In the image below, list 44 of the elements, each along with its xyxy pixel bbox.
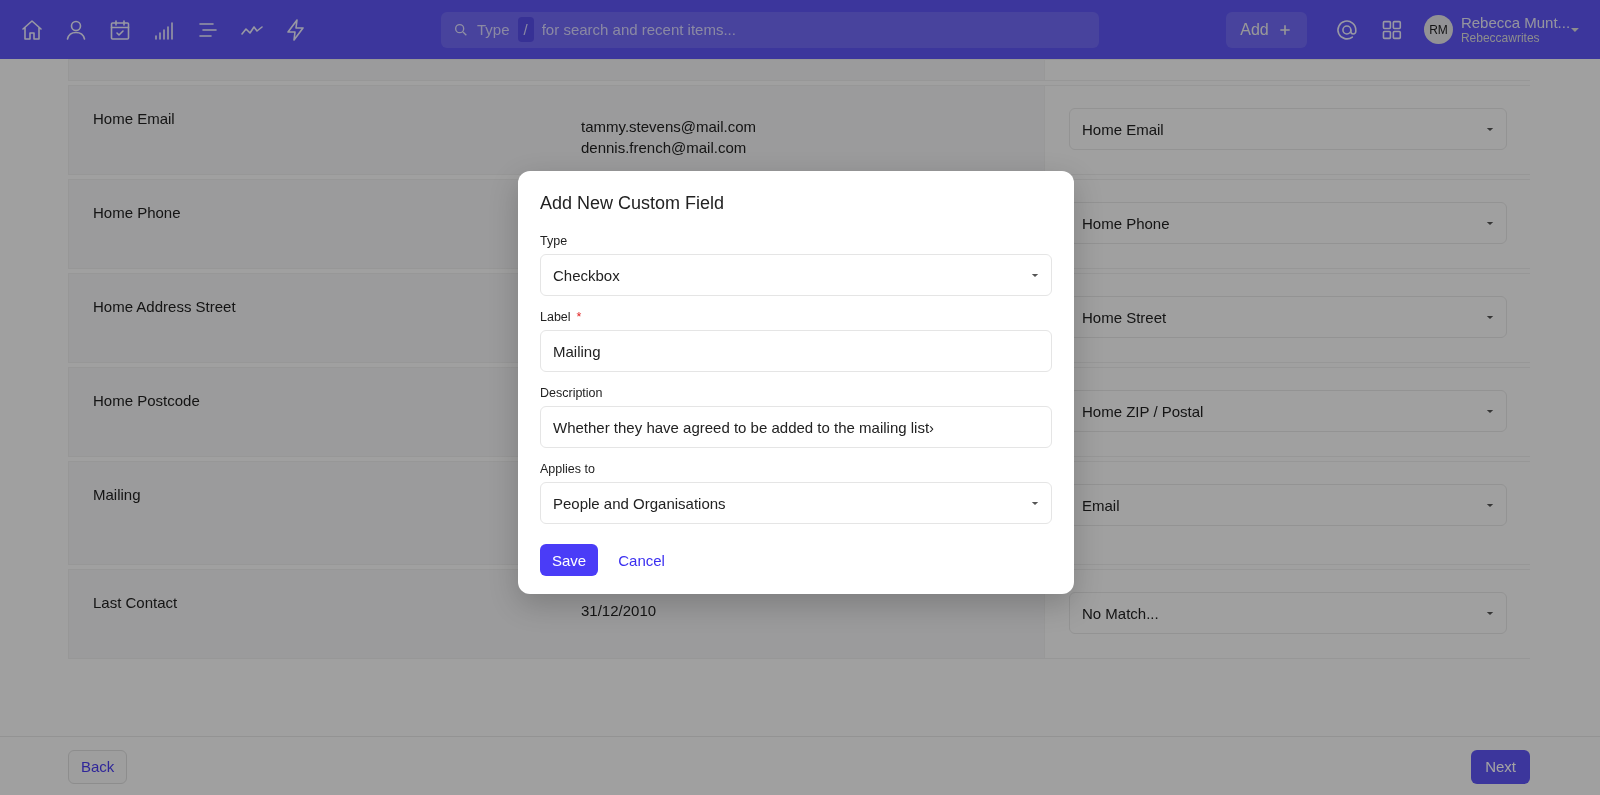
input-field[interactable]: Mailing xyxy=(540,330,1052,372)
caret-icon xyxy=(1486,502,1494,508)
select-field[interactable]: Checkbox xyxy=(540,254,1052,296)
user-avatar[interactable]: RM xyxy=(1424,15,1453,44)
search-placeholder: Type xyxy=(477,21,510,38)
user-name: Rebecca Munt... xyxy=(1460,14,1571,31)
field-label: Applies to xyxy=(540,462,595,476)
field-name: Mailing xyxy=(93,486,141,503)
field-name: Home Postcode xyxy=(93,392,200,409)
user-handle: Rebeccawrites xyxy=(1460,31,1541,45)
required-mark: * xyxy=(576,310,582,324)
field-label: Label xyxy=(540,310,571,324)
mapping-select[interactable]: No Match... xyxy=(1069,592,1507,634)
field-name: Home Address Street xyxy=(93,298,236,315)
search-icon xyxy=(453,21,469,38)
caret-icon[interactable] xyxy=(1570,26,1580,33)
field-value: 31/12/2010 xyxy=(581,602,658,619)
next-button[interactable]: Next xyxy=(1471,749,1530,784)
field-name: Home Phone xyxy=(93,204,181,221)
dialog-title: Add New Custom Field xyxy=(540,193,726,214)
input-field[interactable]: Whether they have agreed to be added to the mailing list› xyxy=(540,406,1052,448)
cancel-button[interactable]: Cancel xyxy=(618,551,665,569)
field-label: Type xyxy=(540,234,568,248)
select-field[interactable]: People and Organisations xyxy=(540,482,1052,524)
caret-icon xyxy=(1486,314,1494,320)
shortcut-key: / xyxy=(517,17,534,42)
caret-icon xyxy=(1486,126,1494,132)
mapping-select[interactable]: Home Email xyxy=(1069,108,1507,150)
back-button[interactable]: Back xyxy=(68,749,128,784)
at-sign-icon[interactable] xyxy=(1334,17,1359,42)
caret-icon xyxy=(1486,408,1494,414)
field-name: Home Email xyxy=(93,110,175,127)
field-value: tammy.stevens@mail.com xyxy=(581,118,757,135)
field-label: Description xyxy=(540,386,603,400)
field-value: dennis.french@mail.com xyxy=(581,139,748,156)
caret-icon xyxy=(1486,610,1494,616)
save-button[interactable]: Save xyxy=(540,544,599,576)
caret-icon xyxy=(1486,220,1494,226)
field-name: Last Contact xyxy=(93,594,178,611)
home-icon[interactable] xyxy=(20,17,44,42)
search-placeholder: for search and recent items... xyxy=(541,21,736,38)
caret-icon xyxy=(1031,272,1039,278)
caret-icon xyxy=(1031,500,1039,506)
calendar-icon[interactable] xyxy=(108,17,132,42)
